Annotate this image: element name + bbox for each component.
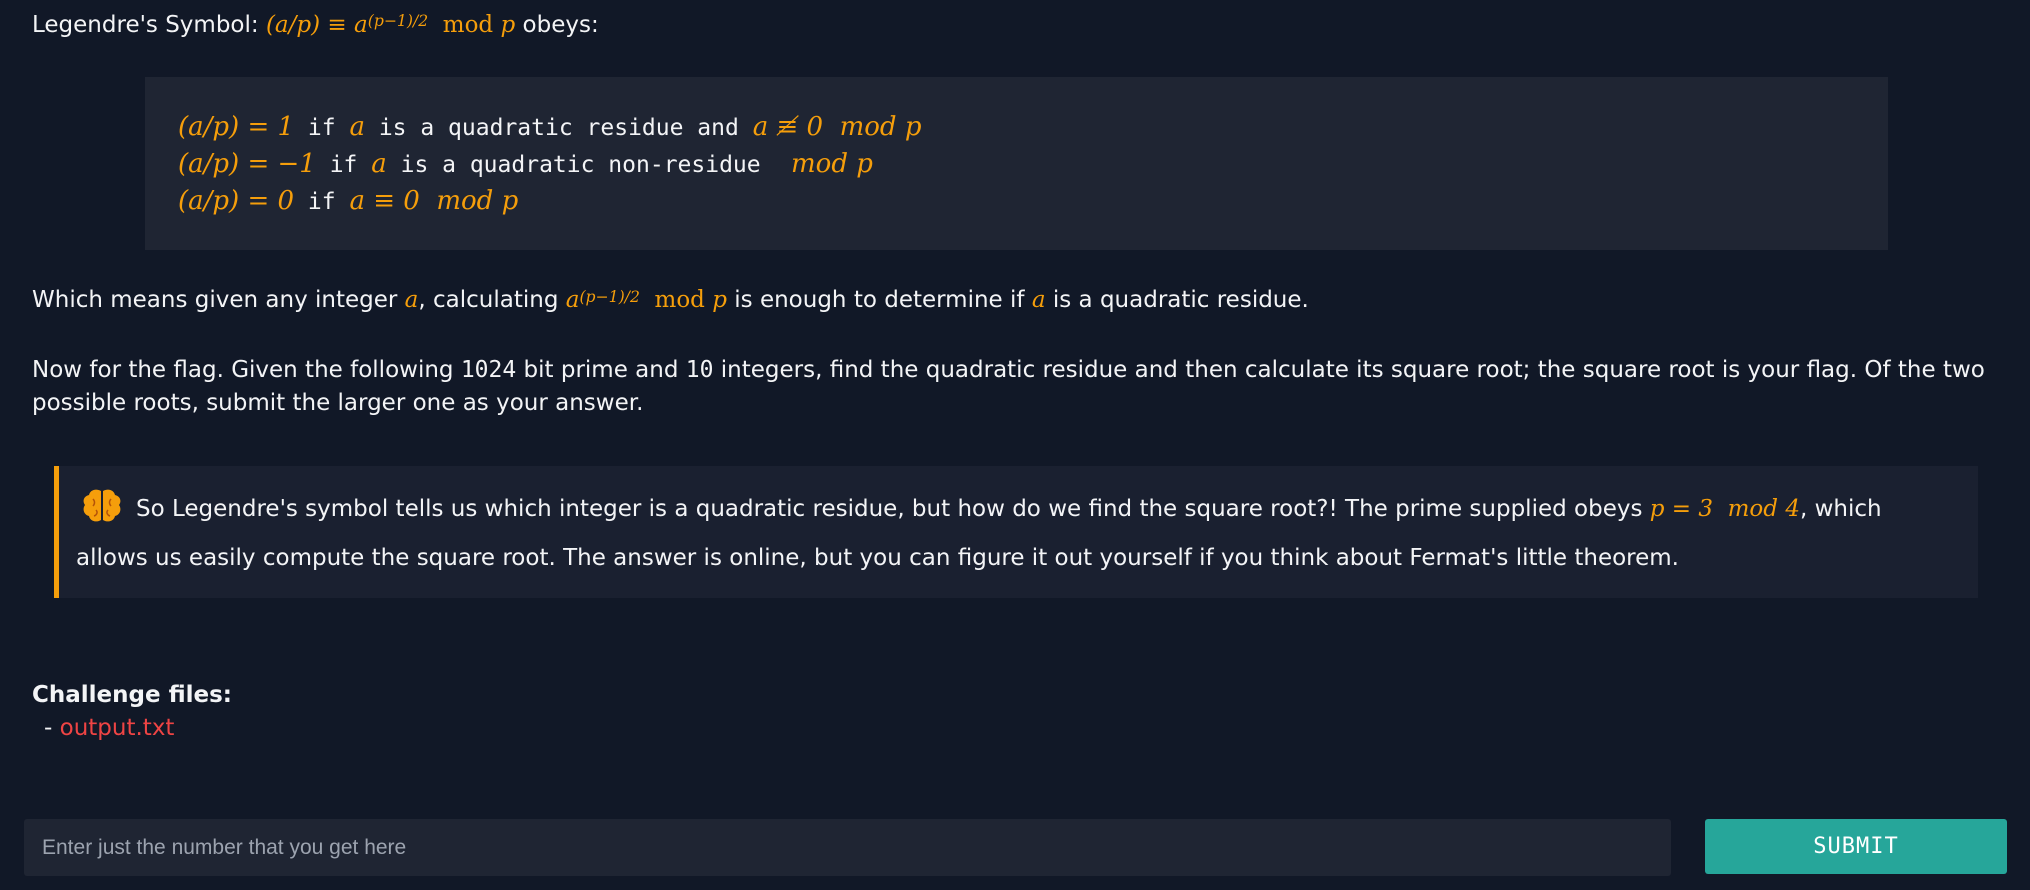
output-txt-link[interactable]: output.txt bbox=[60, 715, 175, 741]
intro-lead: Legendre's Symbol: bbox=[32, 12, 266, 38]
legendre-intro: Legendre's Symbol: (a/p) ≡ a(p−1)/2 mod … bbox=[32, 8, 599, 42]
answer-input[interactable] bbox=[24, 819, 1671, 876]
submit-button[interactable]: SUBMIT bbox=[1705, 819, 2007, 874]
rule-line-zero: (a/p) = 0 if a ≡ 0 mod p bbox=[178, 186, 519, 216]
brain-icon bbox=[82, 488, 122, 524]
challenge-file-item: - output.txt bbox=[44, 715, 175, 741]
challenge-files-title: Challenge files: bbox=[32, 682, 233, 708]
paragraph-legendre-usage: Which means given any integer a, calcula… bbox=[32, 287, 1309, 313]
hint-callout: So Legendre's symbol tells us which inte… bbox=[54, 466, 1978, 598]
paragraph-flag-instructions: Now for the flag. Given the following 10… bbox=[32, 357, 1985, 416]
intro-tail: obeys: bbox=[515, 12, 599, 38]
rule-line-non-residue: (a/p) = −1 if a is a quadratic non-resid… bbox=[178, 149, 873, 179]
intro-formula: (a/p) ≡ a(p−1)/2 mod p bbox=[265, 11, 516, 38]
legendre-rules-block: (a/p) = 1 if a is a quadratic residue an… bbox=[145, 77, 1888, 250]
rule-line-residue: (a/p) = 1 if a is a quadratic residue an… bbox=[178, 112, 922, 142]
